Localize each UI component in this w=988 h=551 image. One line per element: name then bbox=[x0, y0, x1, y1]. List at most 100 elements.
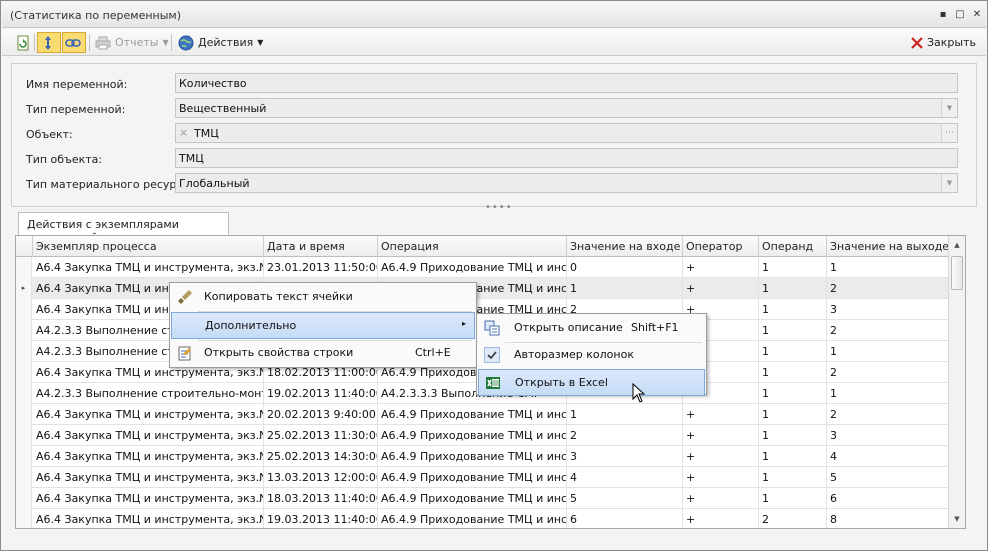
row-indicator[interactable] bbox=[16, 509, 32, 528]
table-cell[interactable]: 2 bbox=[759, 509, 827, 528]
scroll-down-icon[interactable]: ▼ bbox=[949, 511, 965, 527]
actions-button[interactable]: Действия ▼ bbox=[175, 32, 266, 53]
column-header[interactable]: Дата и время bbox=[264, 236, 378, 257]
row-indicator[interactable] bbox=[16, 362, 32, 383]
table-row[interactable]: А6.4 Закупка ТМЦ и инструмента, экз.№06 2… bbox=[16, 425, 948, 446]
column-header[interactable]: Операция bbox=[378, 236, 567, 257]
column-header[interactable]: Оператор bbox=[683, 236, 759, 257]
table-cell[interactable]: 5 bbox=[567, 488, 683, 509]
table-cell[interactable]: А6.4.9 Приходование ТМЦ и инст... bbox=[378, 257, 567, 278]
table-row[interactable]: А6.4 Закупка ТМЦ и инструмента, экз.№09 1… bbox=[16, 488, 948, 509]
row-indicator[interactable] bbox=[16, 404, 32, 425]
table-cell[interactable]: 1 bbox=[759, 257, 827, 278]
menu-item-open-description[interactable]: Открыть описание Shift+F1 bbox=[478, 315, 705, 342]
table-cell[interactable]: 2 bbox=[567, 425, 683, 446]
clear-icon[interactable]: × bbox=[179, 126, 188, 139]
row-indicator[interactable] bbox=[16, 383, 32, 404]
close-window-icon[interactable]: ✕ bbox=[971, 9, 983, 21]
ellipsis-icon[interactable]: ⋯ bbox=[941, 124, 957, 142]
table-cell[interactable]: А6.4 Закупка ТМЦ и инструмента, экз.№10 bbox=[33, 509, 264, 528]
row-indicator[interactable] bbox=[16, 425, 32, 446]
table-row[interactable]: А6.4 Закупка ТМЦ и инструмента, экз.№10 1… bbox=[16, 509, 948, 528]
table-cell[interactable]: 20.02.2013 9:40:00 bbox=[264, 404, 378, 425]
table-cell[interactable]: А6.4.9 Приходование ТМЦ и инст... bbox=[378, 425, 567, 446]
table-row[interactable]: А6.4 Закупка ТМЦ и инструмента, экз.№01 2… bbox=[16, 257, 948, 278]
tab-variable-instances[interactable]: Действия с экземплярами переменной bbox=[18, 212, 229, 244]
table-cell[interactable]: 18.03.2013 11:40:00 bbox=[264, 488, 378, 509]
row-indicator[interactable] bbox=[16, 488, 32, 509]
table-row[interactable]: А6.4 Закупка ТМЦ и инструмента, экз.№05 2… bbox=[16, 404, 948, 425]
resource-type-select[interactable]: Глобальный ▼ bbox=[175, 173, 958, 193]
menu-item-autosize-columns[interactable]: Авторазмер колонок bbox=[478, 342, 705, 369]
table-cell[interactable]: 13.03.2013 12:00:00 bbox=[264, 467, 378, 488]
table-cell[interactable]: 19.02.2013 11:40:00 bbox=[264, 383, 378, 404]
table-cell[interactable]: 23.01.2013 11:50:00 bbox=[264, 257, 378, 278]
table-cell[interactable]: 1 bbox=[759, 299, 827, 320]
table-cell[interactable]: 6 bbox=[827, 488, 948, 509]
table-cell[interactable]: + bbox=[683, 467, 759, 488]
row-indicator[interactable] bbox=[16, 320, 32, 341]
table-cell[interactable]: 1 bbox=[759, 446, 827, 467]
row-indicator[interactable] bbox=[16, 467, 32, 488]
table-cell[interactable]: 1 bbox=[827, 341, 948, 362]
table-cell[interactable]: 6 bbox=[567, 509, 683, 528]
table-cell[interactable]: 2 bbox=[827, 404, 948, 425]
row-indicator[interactable] bbox=[16, 299, 32, 320]
table-cell[interactable]: + bbox=[683, 425, 759, 446]
table-cell[interactable]: 4 bbox=[567, 467, 683, 488]
chevron-down-icon[interactable]: ▼ bbox=[941, 174, 957, 192]
table-cell[interactable]: 25.02.2013 11:30:00 bbox=[264, 425, 378, 446]
chevron-down-icon[interactable]: ▼ bbox=[941, 99, 957, 117]
table-cell[interactable]: 1 bbox=[759, 404, 827, 425]
refresh-button[interactable] bbox=[12, 32, 34, 53]
table-cell[interactable]: 1 bbox=[567, 278, 683, 299]
table-cell[interactable]: 3 bbox=[827, 425, 948, 446]
table-cell[interactable]: А6.4 Закупка ТМЦ и инструмента, экз.№09 bbox=[33, 488, 264, 509]
table-cell[interactable]: 1 bbox=[827, 257, 948, 278]
table-cell[interactable]: + bbox=[683, 278, 759, 299]
object-field[interactable]: × ТМЦ ⋯ bbox=[175, 123, 958, 143]
menu-item-open-in-excel[interactable]: Открыть в Excel bbox=[478, 369, 705, 396]
table-cell[interactable]: + bbox=[683, 257, 759, 278]
table-cell[interactable]: 3 bbox=[827, 299, 948, 320]
table-cell[interactable]: 1 bbox=[759, 341, 827, 362]
table-cell[interactable]: 1 bbox=[827, 383, 948, 404]
column-header[interactable]: Операнд bbox=[759, 236, 827, 257]
table-cell[interactable]: 3 bbox=[567, 446, 683, 467]
table-cell[interactable]: А6.4 Закупка ТМЦ и инструмента, экз.№08 bbox=[33, 467, 264, 488]
menu-item-copy-cell[interactable]: Копировать текст ячейки bbox=[171, 284, 475, 311]
close-button[interactable]: Закрыть bbox=[908, 32, 979, 53]
table-cell[interactable]: 2 bbox=[827, 278, 948, 299]
table-cell[interactable]: 1 bbox=[759, 488, 827, 509]
table-cell[interactable]: 8 bbox=[827, 509, 948, 528]
table-cell[interactable]: А6.4 Закупка ТМЦ и инструмента, экз.№05 bbox=[33, 404, 264, 425]
column-header[interactable]: Экземпляр процесса bbox=[33, 236, 264, 257]
table-cell[interactable]: 1 bbox=[567, 404, 683, 425]
var-name-field[interactable]: Количество bbox=[175, 73, 958, 93]
table-cell[interactable]: А6.4.9 Приходование ТМЦ и инст... bbox=[378, 509, 567, 528]
table-cell[interactable]: А6.4 Закупка ТМЦ и инструмента, экз.№06 bbox=[33, 425, 264, 446]
table-row[interactable]: ▸ А6.4 Закупка ТМЦ и инструмента, экз.№02… bbox=[16, 278, 948, 299]
table-cell[interactable]: А4.2.3.3 Выполнение строительно-монта... bbox=[33, 383, 264, 404]
table-row[interactable]: А6.4 Закупка ТМЦ и инструмента, экз.№07 2… bbox=[16, 446, 948, 467]
row-indicator[interactable] bbox=[16, 341, 32, 362]
link-toggle-button[interactable] bbox=[62, 32, 86, 53]
table-cell[interactable]: 4 bbox=[827, 446, 948, 467]
maximize-icon[interactable]: □ bbox=[954, 9, 966, 21]
table-cell[interactable]: А6.4.9 Приходование ТМЦ и инст... bbox=[378, 467, 567, 488]
table-cell[interactable]: 5 bbox=[827, 467, 948, 488]
table-row[interactable]: А6.4 Закупка ТМЦ и инструмента, экз.№08 1… bbox=[16, 467, 948, 488]
table-cell[interactable]: 19.03.2013 11:40:00 bbox=[264, 509, 378, 528]
table-cell[interactable]: + bbox=[683, 446, 759, 467]
table-cell[interactable]: 2 bbox=[827, 362, 948, 383]
table-cell[interactable]: А6.4 Закупка ТМЦ и инструмента, экз.№07 bbox=[33, 446, 264, 467]
row-indicator[interactable] bbox=[16, 257, 32, 278]
var-type-select[interactable]: Вещественный ▼ bbox=[175, 98, 958, 118]
table-cell[interactable]: + bbox=[683, 509, 759, 528]
table-cell[interactable]: 1 bbox=[759, 320, 827, 341]
table-cell[interactable]: А6.4.9 Приходование ТМЦ и инст... bbox=[378, 404, 567, 425]
column-header[interactable]: Значение на выходе bbox=[827, 236, 948, 257]
splitter-grip[interactable]: •••• bbox=[485, 202, 513, 213]
table-cell[interactable]: 25.02.2013 14:30:00 bbox=[264, 446, 378, 467]
menu-item-row-properties[interactable]: Открыть свойства строки Ctrl+E bbox=[171, 340, 475, 367]
